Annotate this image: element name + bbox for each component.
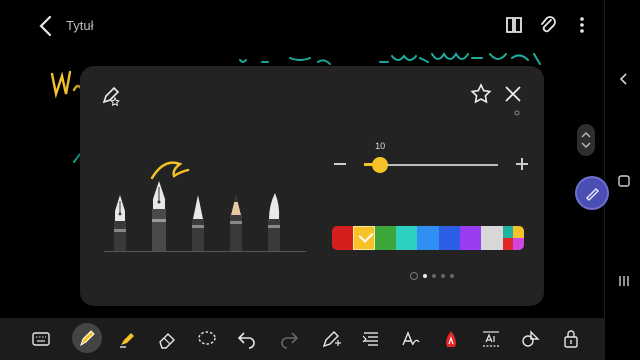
page-dot[interactable] <box>410 272 418 280</box>
page-dot[interactable] <box>441 274 445 278</box>
slider-knob[interactable] <box>372 157 389 173</box>
page-dot[interactable] <box>450 274 454 278</box>
pen-tool-icon <box>80 330 95 347</box>
ink-color-icon[interactable] <box>440 328 462 350</box>
pen-add-icon[interactable] <box>320 328 342 350</box>
nav-rail <box>604 0 640 360</box>
fountain-pen-icon[interactable] <box>112 193 128 251</box>
favorite-star-icon[interactable] <box>470 83 492 105</box>
eraser-icon[interactable] <box>156 328 178 350</box>
check-icon <box>358 228 374 243</box>
floating-pen-button[interactable] <box>577 178 607 208</box>
pen-settings-icon[interactable] <box>100 84 122 106</box>
attachment-icon[interactable] <box>538 14 558 36</box>
scroll-arrows-icon <box>581 132 591 148</box>
redo-icon[interactable] <box>278 328 300 350</box>
lasso-icon[interactable] <box>196 328 218 350</box>
pen-tool-button[interactable] <box>72 323 102 353</box>
undo-icon[interactable] <box>236 328 258 350</box>
keyboard-icon[interactable] <box>30 328 52 350</box>
pencil-icon[interactable] <box>228 193 244 251</box>
more-icon[interactable] <box>572 14 592 36</box>
ballpoint-pen-icon[interactable] <box>190 193 206 251</box>
color-swatch[interactable] <box>481 226 503 250</box>
square-icon[interactable] <box>617 174 631 188</box>
pen-size-value: 10 <box>375 141 386 151</box>
calligraphy-pen-icon[interactable] <box>150 179 168 251</box>
text-box-icon[interactable] <box>480 328 502 350</box>
page-dot[interactable] <box>423 274 427 278</box>
pen-size-slider[interactable]: 10 <box>334 141 528 180</box>
book-icon[interactable] <box>504 14 524 36</box>
multicolor-quadrant <box>502 238 514 250</box>
color-swatch[interactable] <box>459 226 482 250</box>
chevron-left-icon[interactable] <box>617 72 631 86</box>
pen-shelf-line <box>104 251 306 252</box>
color-swatch[interactable] <box>395 226 418 250</box>
color-swatch-selected[interactable] <box>353 226 375 250</box>
multicolor-quadrant <box>513 226 524 238</box>
bottom-toolbar <box>0 318 604 360</box>
color-swatch[interactable] <box>417 226 439 250</box>
color-swatch[interactable] <box>332 226 354 250</box>
page-scroll-handle[interactable] <box>577 124 595 156</box>
multicolor-swatch[interactable] <box>502 226 524 250</box>
close-icon[interactable] <box>502 83 524 105</box>
top-bar: Tytuł <box>0 0 604 52</box>
page-dot[interactable] <box>432 274 436 278</box>
pen-settings-panel: 10 <box>80 66 544 306</box>
text-align-icon[interactable] <box>360 328 382 350</box>
multicolor-quadrant <box>502 226 514 238</box>
handwriting-text-icon[interactable] <box>400 328 422 350</box>
color-swatch[interactable] <box>374 226 396 250</box>
decrease-size-icon[interactable] <box>334 163 346 165</box>
multicolor-quadrant <box>513 238 524 250</box>
color-swatch[interactable] <box>438 226 460 250</box>
shapes-icon[interactable] <box>520 328 542 350</box>
marker-icon[interactable] <box>266 191 282 251</box>
color-palette <box>332 226 524 250</box>
note-title[interactable]: Tytuł <box>66 18 93 33</box>
pen-icon <box>586 188 599 201</box>
nav-recents-icon[interactable] <box>617 274 631 288</box>
lock-icon[interactable] <box>560 328 582 350</box>
pen-type-list <box>104 156 306 252</box>
back-icon[interactable] <box>36 14 56 38</box>
indicator-circle-icon <box>514 110 520 116</box>
highlighter-icon[interactable] <box>116 328 138 350</box>
palette-page-indicator <box>410 272 454 280</box>
increase-size-icon-stem <box>521 158 523 170</box>
